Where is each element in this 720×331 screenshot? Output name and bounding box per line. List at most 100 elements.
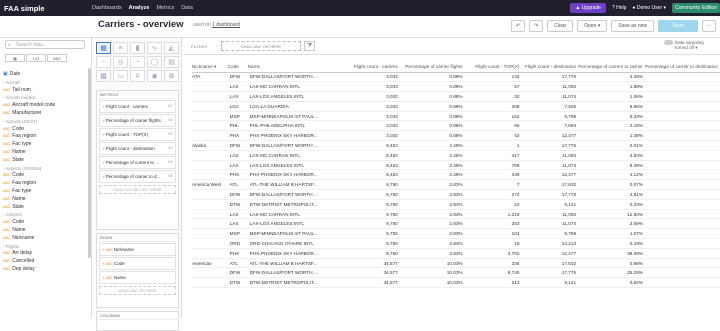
table-cell[interactable]: 1 [464,140,522,151]
table-cell[interactable]: DTW-DETROIT METROPOLIT... [247,199,340,210]
table-cell[interactable]: 3,033 [339,72,400,83]
table-cell[interactable] [192,150,228,161]
table-cell[interactable]: 709 [464,160,522,171]
table-cell[interactable] [192,209,228,220]
table-cell[interactable]: 2.83% [399,179,465,191]
table-cell[interactable] [192,189,228,200]
table-cell[interactable]: 3,033 [339,101,400,112]
table-cell[interactable] [192,199,228,210]
table-cell[interactable]: ATL [227,179,248,191]
filter-all-button[interactable]: ▦ [5,54,25,62]
line-icon[interactable]: ∿ [147,42,162,54]
table-cell[interactable]: DFW-DALLAS/FORT WORTH ... [247,267,340,279]
metric-item[interactable]: › Percentage of carrier to d... M6 [99,170,176,183]
column-header[interactable]: Nickname ▾ [192,62,228,73]
table-cell[interactable]: MSP-MINNEAPOLIS-ST PAUL... [247,228,340,240]
save-button[interactable]: Save [658,20,698,32]
table-cell[interactable]: 8,453 [339,140,400,151]
table-cell[interactable] [644,189,720,200]
table-cell[interactable]: MSP [227,111,248,122]
table-cell[interactable]: DTW [227,199,248,210]
add-filter-button[interactable]: ⧩ [304,41,315,51]
table-cell[interactable]: PHX-PHOENIX SKY HARBOR... [247,130,340,142]
table-cell[interactable]: 9,789 [521,228,579,240]
table-icon[interactable]: ▦ [96,42,111,54]
pie-icon[interactable]: ◔ [130,56,145,68]
headline-icon[interactable]: # [130,70,145,82]
table-cell[interactable]: 11,092 [521,209,579,220]
table-cell[interactable]: 10.03% [399,267,465,279]
column-icon[interactable]: ▮ [130,42,145,54]
table-cell[interactable] [192,228,228,240]
table-cell[interactable]: 9,750 [339,179,400,191]
table-cell[interactable] [192,277,228,289]
table-cell[interactable]: 17,776 [521,140,579,151]
geo-icon[interactable]: ◉ [147,70,162,82]
field-date[interactable]: ▣ Date [3,71,87,79]
table-cell[interactable]: DFW-DALLAS/FORT WORTH ... [247,140,340,151]
table-cell[interactable]: 1.06% [578,91,645,102]
table-cell[interactable]: 57 [464,81,522,93]
table-cell[interactable]: 213 [464,277,522,289]
table-cell[interactable]: 2.83% [399,218,465,230]
table-cell[interactable]: 9,789 [521,111,579,122]
table-cell[interactable]: LAS [227,209,248,220]
open-button[interactable]: Open ▾ [577,20,608,32]
table-cell[interactable]: 17,632 [521,258,579,269]
field-group[interactable]: › Aircraft models [3,94,87,102]
field-attribute[interactable]: ABC Code [3,172,87,180]
field-attribute[interactable]: ABC Name [3,149,87,157]
table-cell[interactable]: 3,033 [339,120,400,132]
table-cell[interactable]: 3,033 [339,130,400,142]
table-cell[interactable]: LAX [227,218,248,230]
undo-button[interactable]: ↶ [511,20,526,32]
table-cell[interactable]: 0.88% [399,81,465,93]
table-cell[interactable]: 11,092 [521,81,579,93]
field-attribute[interactable]: ABC Faa region [3,133,87,141]
field-attribute[interactable]: ABC Tail num [3,87,87,95]
table-cell[interactable]: 12,477 [521,130,579,142]
field-attribute[interactable]: ABC State [3,204,87,212]
table-cell[interactable] [644,72,720,83]
app-name[interactable]: FAA simple [0,4,92,13]
field-attribute[interactable]: ABC Fac type [3,188,87,196]
table-cell[interactable]: 0.62% [578,277,645,289]
table-cell[interactable]: 8.39% [578,160,645,171]
bar-icon[interactable]: ≡ [113,42,128,54]
donut-icon[interactable]: ◯ [147,56,162,68]
table-cell[interactable]: 0.07% [578,179,645,191]
table-cell[interactable] [644,160,720,171]
table-cell[interactable]: LGA [227,101,248,112]
table-cell[interactable] [192,91,228,102]
table-cell[interactable]: LAS [227,81,248,93]
filter-attributes-button[interactable]: ABC [47,54,67,62]
field-attribute[interactable]: ABC Dep delay [3,266,87,274]
table-cell[interactable]: 2.18% [578,120,645,132]
table-cell[interactable]: 34,577 [339,267,400,279]
table-cell[interactable]: 0.19% [578,238,645,249]
table-cell[interactable]: DTW [227,277,248,289]
table-cell[interactable] [192,120,228,132]
field-attribute[interactable]: ABC Code [3,126,87,134]
table-cell[interactable]: 12.50% [578,209,645,220]
more-menu-button[interactable]: ⋯ [702,20,716,32]
table-cell[interactable]: DFW [227,72,248,83]
table-cell[interactable]: 9,750 [339,199,400,210]
table-cell[interactable]: 9,750 [339,238,400,249]
row-attribute-item[interactable]: › ABC Name [99,271,176,284]
table-cell[interactable]: 274 [464,189,522,200]
table-cell[interactable]: 2.45% [399,160,465,171]
field-attribute[interactable]: ABC Code [3,219,87,227]
table-cell[interactable] [192,130,228,142]
metric-item[interactable]: › Percentage of current to ... M5 [99,156,176,169]
table-cell[interactable]: 4.93% [578,150,645,161]
table-cell[interactable]: DTW-DETROIT METROPOLIT... [247,277,340,289]
table-cell[interactable]: 1.88% [578,81,645,93]
table-cell[interactable] [192,101,228,112]
sampling-select[interactable]: turned off ▾ [664,45,716,51]
field-attribute[interactable]: ABC Arr delay [3,250,87,258]
table-cell[interactable] [644,150,720,161]
table-cell[interactable]: 1,219 [464,209,522,220]
table-cell[interactable] [192,248,228,259]
table-cell[interactable]: 9,750 [339,218,400,230]
